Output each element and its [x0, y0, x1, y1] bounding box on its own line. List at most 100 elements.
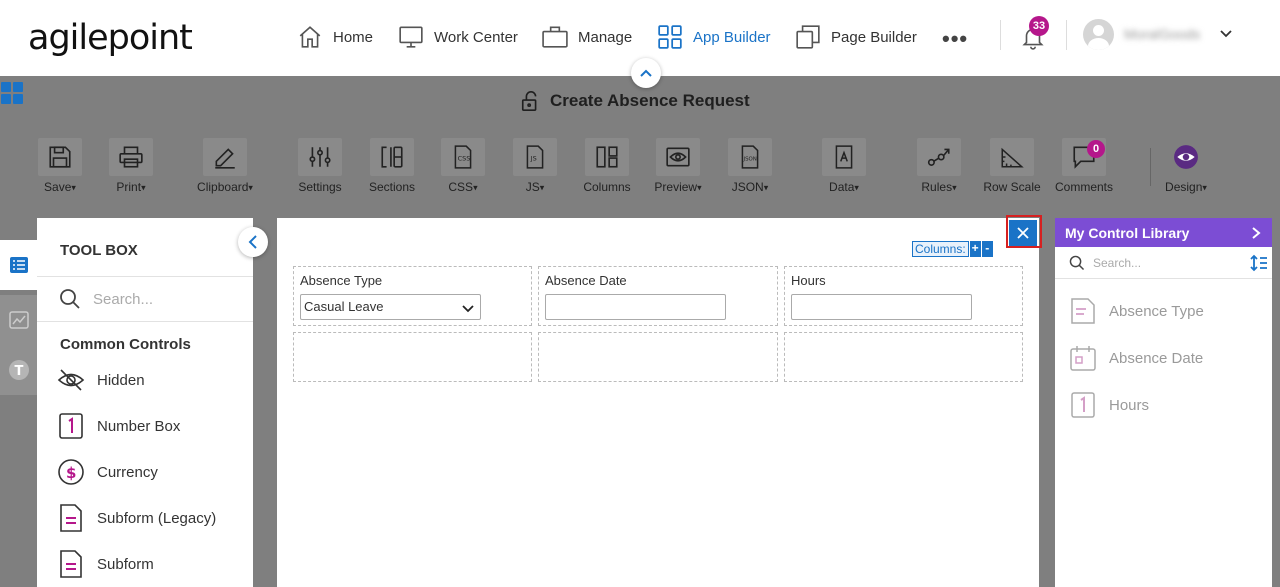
document-icon — [60, 550, 82, 578]
collapse-header-button[interactable] — [631, 58, 661, 88]
css-tool[interactable]: CSS CSS▾ — [427, 138, 499, 194]
comments-tool[interactable]: Comments — [1048, 138, 1120, 194]
js-file-icon: JS — [526, 145, 544, 169]
toolbox-item-hidden[interactable]: Hidden — [57, 366, 145, 394]
sections-tool-label: Sections — [368, 180, 416, 194]
empty-form-cell[interactable] — [293, 332, 532, 382]
rail-theme[interactable]: T — [0, 345, 37, 395]
svg-text:$: $ — [66, 464, 76, 482]
eye-off-icon — [57, 369, 85, 391]
caret-icon: ▾ — [473, 182, 478, 193]
rules-tool[interactable]: Rules▾ — [903, 138, 975, 194]
unlock-icon[interactable] — [520, 90, 542, 112]
search-icon — [60, 289, 80, 309]
empty-form-cell[interactable] — [784, 332, 1023, 382]
js-tool-label: JS — [525, 180, 540, 194]
preview-tool[interactable]: Preview▾ — [642, 138, 714, 194]
library-search[interactable]: Search... — [1069, 255, 1141, 271]
monitor-icon — [399, 26, 423, 48]
rail-analytics[interactable] — [0, 295, 37, 345]
library-item-absence-date[interactable]: Absence Date — [1069, 344, 1203, 372]
form-cell-absence-type[interactable]: Absence Type Casual Leave — [293, 266, 532, 326]
nav-app-builder-label: App Builder — [693, 28, 771, 46]
divider — [37, 321, 253, 322]
user-name[interactable]: MoralGoods — [1124, 26, 1200, 42]
form-title-text: Create Absence Request — [550, 91, 750, 110]
rules-path-icon — [927, 148, 950, 166]
remove-column-button[interactable]: - — [981, 241, 993, 257]
form-canvas[interactable]: Columns: + - Absence Type Casual Leave A… — [277, 218, 1039, 587]
save-icon — [49, 146, 71, 168]
grid-icon — [658, 25, 682, 49]
print-tool[interactable]: Print▾ — [95, 138, 167, 194]
chevron-down-icon[interactable] — [1218, 26, 1234, 42]
chevron-right-icon[interactable] — [1250, 226, 1262, 240]
control-library-header[interactable]: My Control Library — [1055, 218, 1272, 247]
left-rail: T — [0, 218, 37, 587]
absence-date-input[interactable] — [545, 294, 726, 320]
empty-form-cell[interactable] — [538, 332, 778, 382]
toolbox-item-currency[interactable]: $ Currency — [57, 458, 158, 486]
add-column-button[interactable]: + — [969, 241, 981, 257]
library-item-absence-type[interactable]: Absence Type — [1069, 297, 1204, 325]
agilepoint-logo[interactable]: agilepoint — [28, 18, 193, 58]
more-menu-icon[interactable]: ••• — [942, 26, 968, 52]
workspace: T TOOL BOX Search... Common Controls Hid… — [0, 218, 1280, 587]
number-one-icon — [1071, 392, 1095, 418]
caret-icon: ▾ — [854, 182, 859, 193]
absence-type-dropdown[interactable]: Casual Leave — [300, 294, 481, 320]
form-cell-hours[interactable]: Hours — [784, 266, 1023, 326]
print-tool-label: Print — [116, 180, 142, 194]
nav-manage[interactable]: Manage — [542, 22, 632, 52]
settings-tool[interactable]: Settings — [284, 138, 356, 194]
toolbox-search[interactable]: Search... — [59, 288, 153, 310]
field-label-hours: Hours — [791, 273, 826, 288]
nav-manage-label: Manage — [578, 28, 633, 46]
library-item-label: Hours — [1109, 396, 1150, 414]
divider — [1055, 278, 1272, 279]
field-label-absence-type: Absence Type — [300, 273, 383, 288]
hours-input[interactable] — [791, 294, 972, 320]
pencil-icon — [215, 148, 235, 169]
toolbox-item-subform[interactable]: Subform — [57, 550, 154, 578]
close-section-button[interactable] — [1009, 220, 1037, 246]
svg-text:JSON: JSON — [743, 156, 757, 162]
nav-app-builder[interactable]: App Builder — [657, 22, 771, 52]
calendar-icon — [1070, 346, 1096, 371]
data-tool[interactable]: Data▾ — [808, 138, 880, 194]
theme-t-icon: T — [8, 360, 29, 380]
save-tool[interactable]: Save▾ — [24, 138, 96, 194]
control-library-title: My Control Library — [1065, 224, 1190, 241]
chevron-left-icon — [248, 235, 257, 249]
row-scale-tool-label: Row Scale — [983, 180, 1041, 194]
design-tool[interactable]: Design▾ — [1150, 138, 1222, 194]
nav-home[interactable]: Home — [297, 22, 373, 52]
absence-type-value: Casual Leave — [304, 299, 384, 314]
caret-icon: ▾ — [697, 182, 702, 193]
search-icon — [1069, 255, 1085, 271]
nav-page-builder[interactable]: Page Builder — [795, 22, 917, 52]
row-scale-tool[interactable]: Row Scale — [976, 138, 1048, 194]
collapse-toolbox-button[interactable] — [238, 227, 268, 257]
nav-work-center[interactable]: Work Center — [398, 22, 518, 52]
toolbox-item-label: Subform (Legacy) — [97, 509, 217, 527]
json-tool[interactable]: JSON JSON▾ — [714, 138, 786, 194]
svg-text:JS: JS — [530, 154, 537, 162]
apps-grid-icon[interactable] — [1, 82, 25, 104]
briefcase-icon — [542, 26, 568, 48]
toolbox-title: TOOL BOX — [60, 242, 138, 259]
svg-text:T: T — [14, 364, 23, 379]
clipboard-tool[interactable]: Clipboard▾ — [189, 138, 261, 194]
design-tool-label: Design — [1165, 180, 1203, 194]
library-item-hours[interactable]: Hours — [1069, 391, 1149, 419]
sections-tool[interactable]: Sections — [356, 138, 428, 194]
user-avatar[interactable] — [1083, 19, 1114, 50]
pages-icon — [796, 25, 820, 49]
rail-toolbox[interactable] — [0, 240, 37, 290]
form-cell-absence-date[interactable]: Absence Date — [538, 266, 778, 326]
sort-icon[interactable] — [1250, 254, 1268, 272]
columns-tool[interactable]: Columns — [571, 138, 643, 194]
toolbox-item-number-box[interactable]: Number Box — [57, 412, 180, 440]
js-tool[interactable]: JS JS▾ — [499, 138, 571, 194]
toolbox-item-subform-legacy[interactable]: Subform (Legacy) — [57, 504, 216, 532]
